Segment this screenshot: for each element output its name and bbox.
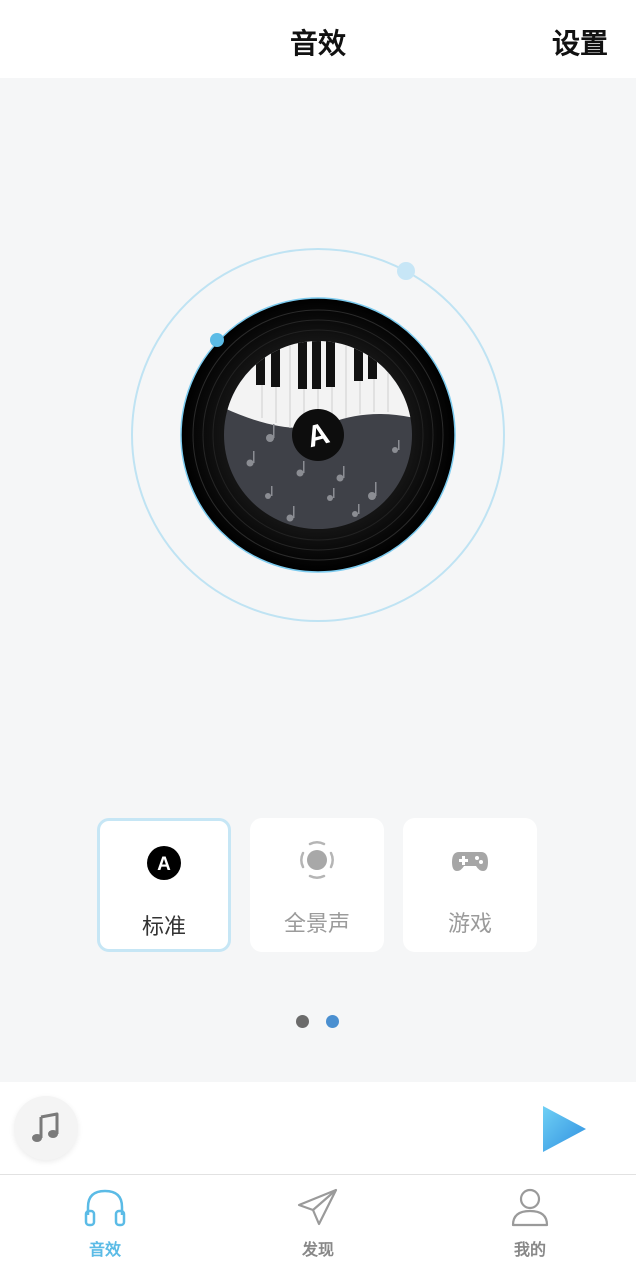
mode-label: 全景声	[283, 912, 350, 937]
sound-effect-visual: A	[0, 78, 636, 798]
sound-mode-selector: A 标准 全景声 游戏	[97, 818, 539, 954]
mode-label: 游戏	[447, 912, 492, 937]
settings-button[interactable]: 设置	[552, 22, 608, 62]
tab-discover[interactable]: 发现	[258, 1175, 378, 1268]
mode-card-surround[interactable]: 全景声	[250, 818, 384, 952]
a-badge-icon: A	[147, 846, 181, 880]
mode-label: 标准	[141, 915, 186, 940]
surround-icon	[300, 841, 334, 879]
page-dot-1[interactable]	[296, 1015, 309, 1028]
gamepad-icon	[452, 852, 488, 871]
orbit-dot-small	[210, 333, 224, 347]
headphones-icon	[84, 1189, 126, 1227]
music-note-icon	[32, 1112, 59, 1142]
mini-player	[0, 1082, 636, 1174]
page-title: 音效	[289, 27, 346, 60]
svg-text:A: A	[157, 854, 171, 875]
music-library-button[interactable]	[14, 1096, 78, 1160]
top-bar: 音效 设置	[0, 0, 636, 78]
tab-label: 音效	[88, 1240, 121, 1259]
page-indicator	[0, 1015, 636, 1029]
paper-plane-icon	[297, 1188, 338, 1226]
page-dot-2-active[interactable]	[326, 1015, 339, 1028]
tab-label: 发现	[301, 1240, 334, 1259]
vinyl-record-illustration: A	[131, 248, 505, 622]
mode-card-game[interactable]: 游戏	[403, 818, 537, 952]
orbit-dot-large	[397, 262, 415, 280]
person-icon	[511, 1188, 549, 1227]
tab-label: 我的	[513, 1240, 546, 1259]
play-icon[interactable]	[540, 1104, 588, 1154]
tab-profile[interactable]: 我的	[470, 1175, 590, 1268]
tab-sound-effects[interactable]: 音效	[45, 1175, 165, 1268]
bottom-tab-bar: 音效 发现 我的	[0, 1174, 636, 1268]
mode-card-standard[interactable]: A 标准	[97, 818, 231, 952]
